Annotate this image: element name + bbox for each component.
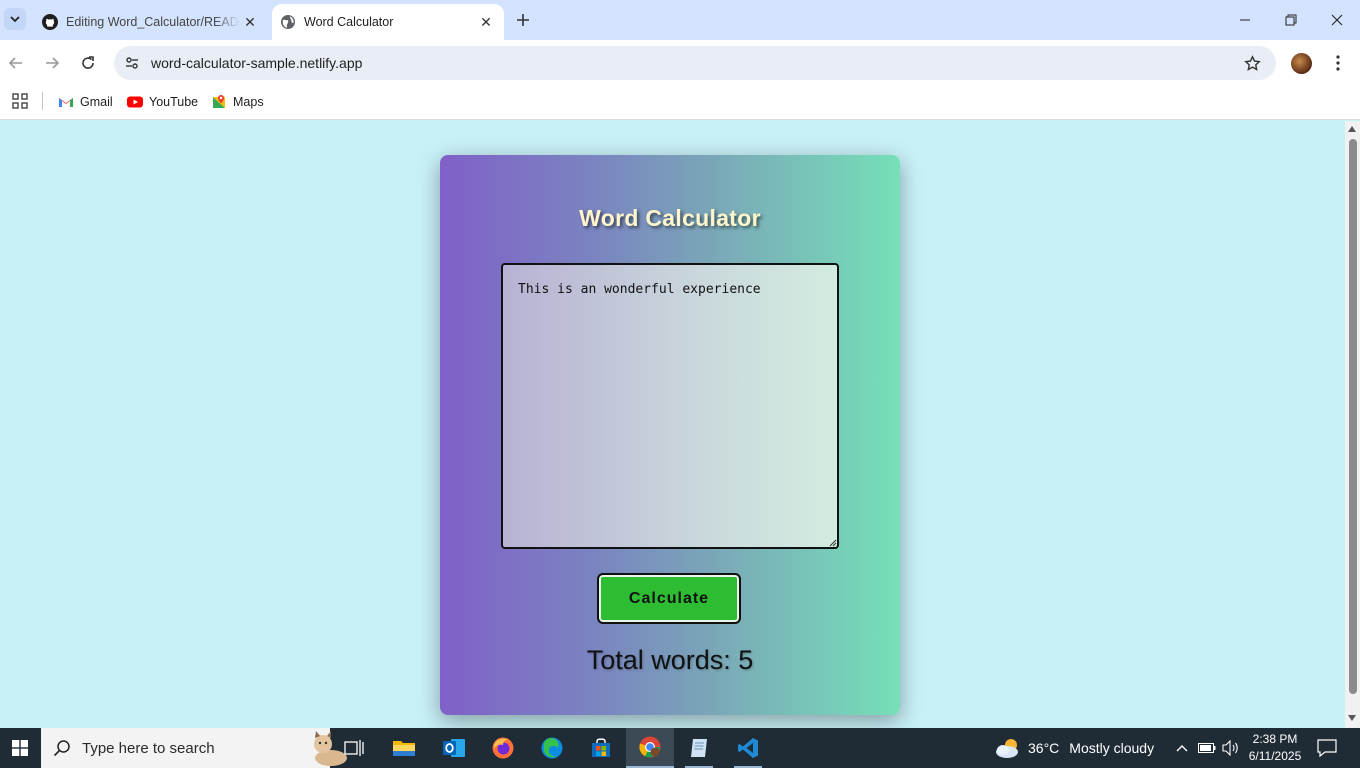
windows-logo-icon [12, 740, 28, 756]
plus-icon [517, 14, 529, 26]
tab-strip: Editing Word_Calculator/README.md ✕ Word… [0, 0, 1360, 40]
site-info-icon[interactable] [122, 53, 142, 73]
chevron-down-icon [10, 16, 20, 23]
weather-condition: Mostly cloudy [1069, 740, 1155, 756]
task-view-button[interactable] [330, 728, 378, 768]
taskbar-edge[interactable] [528, 728, 576, 768]
url-text: word-calculator-sample.netlify.app [151, 55, 363, 71]
more-vertical-icon [1336, 55, 1340, 71]
back-button[interactable] [2, 49, 30, 77]
restore-button[interactable] [1268, 0, 1314, 40]
close-tab-icon[interactable]: ✕ [476, 12, 496, 32]
speaker-icon [1222, 740, 1238, 756]
tab-word-calculator[interactable]: Word Calculator ✕ [272, 4, 504, 40]
minimize-icon [1240, 19, 1250, 21]
taskbar-vscode[interactable] [724, 728, 772, 768]
tab-title: Editing Word_Calculator/README.md [66, 15, 240, 29]
tab-title: Word Calculator [304, 15, 394, 29]
system-clock[interactable]: 2:38 PM 6/11/2025 [1246, 731, 1304, 765]
resize-handle-icon[interactable] [828, 538, 837, 547]
show-hidden-icons-button[interactable] [1172, 738, 1192, 758]
page-viewport: Word Calculator This is an wonderful exp… [0, 121, 1345, 728]
profile-avatar[interactable] [1291, 53, 1312, 74]
weather-temperature: 36°C [1028, 740, 1060, 756]
bookmark-label: Gmail [80, 95, 113, 109]
bookmark-label: Maps [233, 95, 264, 109]
apps-grid-icon[interactable] [12, 93, 28, 109]
notification-icon[interactable] [1316, 738, 1338, 758]
arrow-left-icon [8, 57, 22, 69]
address-bar[interactable]: word-calculator-sample.netlify.app [114, 46, 1276, 80]
scrollbar-thumb[interactable] [1349, 139, 1357, 694]
taskbar-notes-app[interactable] [675, 728, 723, 768]
text-input-area[interactable]: This is an wonderful experience [501, 263, 839, 549]
taskbar-chrome[interactable] [626, 728, 674, 768]
start-button[interactable] [0, 728, 40, 768]
reload-icon [82, 56, 94, 69]
bookmark-maps[interactable]: Maps [211, 92, 264, 112]
windows-taskbar: Type here to search 36°C Mostly cloudy 2… [0, 728, 1360, 768]
restore-icon [1285, 14, 1297, 26]
arrow-right-icon [46, 57, 60, 69]
edge-icon [541, 737, 563, 759]
close-icon [1331, 14, 1343, 26]
taskbar-file-explorer[interactable] [380, 728, 428, 768]
close-window-button[interactable] [1314, 0, 1360, 40]
battery-icon [1198, 743, 1216, 753]
gmail-icon [58, 94, 74, 110]
taskbar-microsoft-store[interactable] [577, 728, 625, 768]
cloud-sun-icon [996, 739, 1018, 758]
github-icon [42, 14, 58, 30]
globe-icon [280, 14, 296, 30]
vscode-icon [738, 738, 758, 758]
browser-menu-button[interactable] [1328, 51, 1348, 75]
bookmarks-bar: Gmail YouTube Maps [0, 86, 1360, 120]
search-icon [53, 740, 70, 757]
bookmark-label: YouTube [149, 95, 199, 109]
youtube-icon [127, 94, 143, 110]
page-scrollbar[interactable] [1345, 121, 1360, 728]
outlook-icon [443, 739, 465, 757]
volume-indicator[interactable] [1221, 738, 1241, 758]
maps-icon [211, 94, 227, 110]
calculate-button[interactable]: Calculate [597, 573, 741, 624]
chevron-up-icon [1176, 745, 1188, 752]
firefox-icon [492, 737, 514, 759]
search-placeholder: Type here to search [82, 740, 215, 757]
taskbar-outlook[interactable] [430, 728, 478, 768]
chrome-icon [639, 736, 661, 758]
bookmark-star-icon[interactable] [1242, 53, 1262, 73]
minimize-button[interactable] [1222, 0, 1268, 40]
tab-editing-readme[interactable]: Editing Word_Calculator/README.md ✕ [30, 4, 268, 40]
scroll-down-arrow-icon[interactable] [1348, 715, 1356, 721]
battery-indicator[interactable] [1197, 738, 1217, 758]
new-tab-button[interactable] [512, 9, 534, 31]
bookmarks-divider [42, 92, 43, 110]
bookmark-gmail[interactable]: Gmail [58, 92, 113, 112]
clock-time: 2:38 PM [1252, 732, 1298, 746]
taskbar-search-box[interactable]: Type here to search [41, 728, 347, 768]
task-view-icon [344, 740, 364, 756]
word-calculator-card: Word Calculator This is an wonderful exp… [440, 155, 900, 715]
folder-icon [393, 741, 415, 756]
notepad-icon [691, 739, 707, 757]
browser-toolbar: word-calculator-sample.netlify.app [0, 40, 1360, 86]
word-count-result: Total words: 5 [586, 645, 754, 675]
weather-widget[interactable]: 36°C Mostly cloudy [994, 736, 1154, 760]
app-title: Word Calculator [579, 205, 761, 231]
tab-search-button[interactable] [4, 8, 26, 30]
reload-button[interactable] [74, 49, 102, 77]
bookmark-youtube[interactable]: YouTube [127, 92, 198, 112]
clock-date: 6/11/2025 [1248, 749, 1302, 763]
scroll-up-arrow-icon[interactable] [1348, 126, 1356, 132]
forward-button[interactable] [38, 49, 66, 77]
store-icon [592, 738, 610, 757]
close-tab-icon[interactable]: ✕ [240, 12, 260, 32]
taskbar-firefox[interactable] [479, 728, 527, 768]
